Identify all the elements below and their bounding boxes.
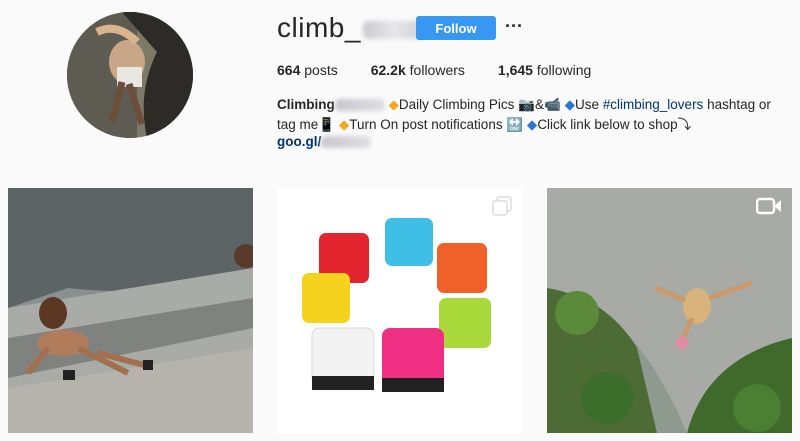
camera-emoji-icon: 📷&📹 xyxy=(518,97,561,112)
aerial-climber-photo xyxy=(547,188,792,433)
bio-text: Turn On post notifications xyxy=(349,117,503,132)
blue-diamond-icon: ◆ xyxy=(526,117,538,132)
avatar-photo xyxy=(67,12,193,138)
followers-count[interactable]: 62.2k followers xyxy=(371,62,465,78)
arrow-down-icon: ⤵ xyxy=(677,117,692,132)
blue-diamond-icon: ◆ xyxy=(564,97,575,112)
bio-name: Climbing xyxy=(277,97,335,112)
profile-bio: Climbing ◆Daily Climbing Pics 📷&📹 ◆Use #… xyxy=(277,95,789,135)
video-camera-icon xyxy=(755,196,782,221)
following-value: 1,645 xyxy=(497,62,533,78)
follow-button[interactable]: Follow xyxy=(416,16,496,40)
followers-value: 62.2k xyxy=(370,62,406,78)
profile-stats: 664 posts 62.2k followers 1,645 followin… xyxy=(277,62,624,78)
bio-text: hashtag or xyxy=(707,97,771,112)
profile-avatar[interactable] xyxy=(67,12,193,138)
posts-label: posts xyxy=(304,62,338,78)
on-arrow-emoji-icon: 🔛 xyxy=(506,117,524,132)
post-thumbnail[interactable] xyxy=(547,188,792,433)
following-label: following xyxy=(536,62,592,78)
username-text: climb_ xyxy=(277,12,361,43)
orange-diamond-icon: ◆ xyxy=(338,117,350,132)
bio-text: tag me xyxy=(277,117,319,132)
bio-name-redacted xyxy=(334,99,385,112)
multiple-photos-icon xyxy=(492,196,512,221)
followers-label: followers xyxy=(409,62,465,78)
link-text: goo.gl/ xyxy=(277,134,322,149)
posts-value: 664 xyxy=(277,62,301,78)
post-thumbnail[interactable] xyxy=(277,188,522,433)
adapters-photo xyxy=(277,188,522,433)
bio-hashtag-link[interactable]: #climbing_lovers xyxy=(603,97,704,112)
posts-count[interactable]: 664 posts xyxy=(277,62,338,78)
post-thumbnail[interactable] xyxy=(8,188,253,433)
bio-text: Use xyxy=(574,97,599,112)
climber-photo xyxy=(8,188,253,433)
following-count[interactable]: 1,645 following xyxy=(498,62,591,78)
orange-diamond-icon: ◆ xyxy=(388,97,399,112)
link-redacted xyxy=(321,136,372,149)
profile-website-link[interactable]: goo.gl/ xyxy=(277,134,372,149)
profile-username: climb_ xyxy=(277,12,425,44)
more-options-icon[interactable]: ··· xyxy=(505,14,523,38)
phone-emoji-icon: 📱 xyxy=(318,117,336,132)
bio-text: Click link below to shop xyxy=(537,117,678,132)
bio-text: Daily Climbing Pics xyxy=(398,97,515,112)
